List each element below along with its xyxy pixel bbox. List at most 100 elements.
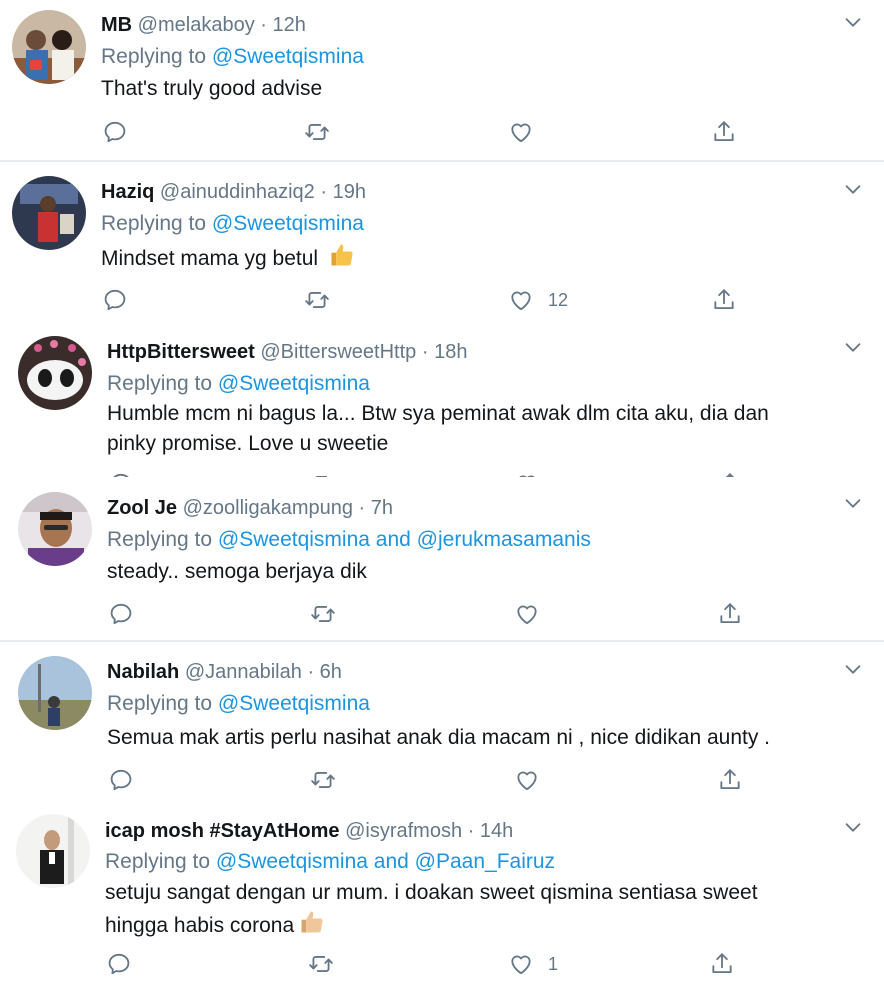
retweet-icon [304,287,330,313]
avatar[interactable] [12,176,86,250]
replying-label: Replying to [101,212,212,235]
share-button[interactable] [711,285,737,315]
reply-button[interactable] [108,765,134,795]
share-button[interactable] [717,765,743,795]
mention-link[interactable]: @Sweetqismina and @jerukmasamanis [218,528,591,551]
reply-icon [108,471,134,477]
reply-icon [102,287,128,313]
share-icon [717,601,743,627]
avatar[interactable] [18,492,92,566]
chevron-down-icon[interactable] [842,178,864,200]
share-icon [717,767,743,793]
timestamp[interactable]: 12h [273,14,306,36]
like-button[interactable] [514,765,540,795]
tweet[interactable]: MB @melakaboy · 12h Replying to @Sweetqi… [0,0,884,160]
display-name[interactable]: MB [101,14,132,36]
tweet-actions [108,599,848,629]
share-icon [711,119,737,145]
retweet-button[interactable] [310,599,336,629]
tweet-text-line: setuju sangat dengan ur mum. i doakan sw… [105,881,758,904]
timestamp[interactable]: 6h [320,661,342,683]
reply-button[interactable] [108,469,134,477]
like-button[interactable]: 12 [508,285,568,315]
username[interactable]: @Jannabilah [185,661,302,683]
display-name[interactable]: Nabilah [107,661,179,683]
reply-button[interactable] [108,599,134,629]
like-button[interactable] [508,117,534,147]
chevron-down-icon[interactable] [842,658,864,680]
replying-to: Replying to @Sweetqismina [107,691,370,717]
like-button[interactable]: 1 [508,949,558,979]
tweet[interactable]: Zool Je @zoolligakampung · 7h Replying t… [0,478,884,640]
retweet-icon [310,767,336,793]
replying-to: Replying to @Sweetqismina [101,211,364,237]
thumbs-up-emoji [298,908,326,936]
reply-icon [108,767,134,793]
display-name[interactable]: icap mosh #StayAtHome [105,820,340,842]
tweet-actions [108,469,848,477]
mention-link[interactable]: @Sweetqismina [212,212,364,235]
share-button[interactable] [717,469,743,477]
retweet-button[interactable] [308,949,334,979]
tweet-actions [108,765,848,795]
avatar[interactable] [16,814,90,888]
display-name[interactable]: HttpBittersweet [107,341,255,363]
reply-button[interactable] [102,117,128,147]
tweet-text: steady.. semoga berjaya dik [107,560,367,583]
like-icon [508,951,534,977]
timestamp[interactable]: 14h [480,820,513,842]
username[interactable]: @melakaboy [138,14,255,36]
avatar[interactable] [18,336,92,410]
chevron-down-icon[interactable] [842,492,864,514]
reply-button[interactable] [106,949,132,979]
retweet-button[interactable] [304,117,330,147]
replying-label: Replying to [107,372,218,395]
reply-icon [108,601,134,627]
mention-link[interactable]: @Sweetqismina [218,692,370,715]
tweet-header: Zool Je @zoolligakampung · 7h [107,496,393,520]
tweet[interactable]: Haziq @ainuddinhaziq2 · 19h Replying to … [0,162,884,320]
tweet-header: icap mosh #StayAtHome @isyrafmosh · 14h [105,819,513,843]
like-button[interactable] [514,599,540,629]
username[interactable]: @zoolligakampung [183,497,353,519]
chevron-down-icon[interactable] [842,336,864,358]
chevron-down-icon[interactable] [842,11,864,33]
mention-link[interactable]: @Sweetqismina [218,372,370,395]
avatar[interactable] [18,656,92,730]
retweet-button[interactable] [310,469,336,477]
tweet-text: Semua mak artis perlu nasihat anak dia m… [107,726,771,749]
tweet[interactable]: HttpBittersweet @BittersweetHttp · 18h R… [0,322,884,477]
mention-link[interactable]: @Sweetqismina and @Paan_Fairuz [216,850,555,873]
like-icon [508,119,534,145]
tweet-header: HttpBittersweet @BittersweetHttp · 18h [107,340,467,364]
username[interactable]: @ainuddinhaziq2 [160,181,315,203]
share-button[interactable] [709,949,735,979]
timestamp[interactable]: 18h [434,341,467,363]
reply-icon [102,119,128,145]
tweet[interactable]: icap mosh #StayAtHome @isyrafmosh · 14h … [0,802,884,985]
tweet[interactable]: Nabilah @Jannabilah · 6h Replying to @Sw… [0,642,884,800]
replying-to: Replying to @Sweetqismina [107,371,370,397]
tweet-header: MB @melakaboy · 12h [101,13,306,37]
share-button[interactable] [717,599,743,629]
separator-dot: · [358,497,366,519]
mention-link[interactable]: @Sweetqismina [212,45,364,68]
replying-to: Replying to @Sweetqismina [101,44,364,70]
reply-button[interactable] [102,285,128,315]
display-name[interactable]: Zool Je [107,497,177,519]
timestamp[interactable]: 7h [371,497,393,519]
like-count: 12 [548,289,569,310]
username[interactable]: @isyrafmosh [345,820,462,842]
like-button[interactable] [514,469,540,477]
display-name[interactable]: Haziq [101,181,154,203]
replying-label: Replying to [107,528,218,551]
replying-label: Replying to [101,45,212,68]
retweet-button[interactable] [310,765,336,795]
tweet-actions [102,117,842,147]
timestamp[interactable]: 19h [333,181,366,203]
share-button[interactable] [711,117,737,147]
retweet-button[interactable] [304,285,330,315]
avatar[interactable] [12,10,86,84]
chevron-down-icon[interactable] [842,816,864,838]
username[interactable]: @BittersweetHttp [260,341,416,363]
